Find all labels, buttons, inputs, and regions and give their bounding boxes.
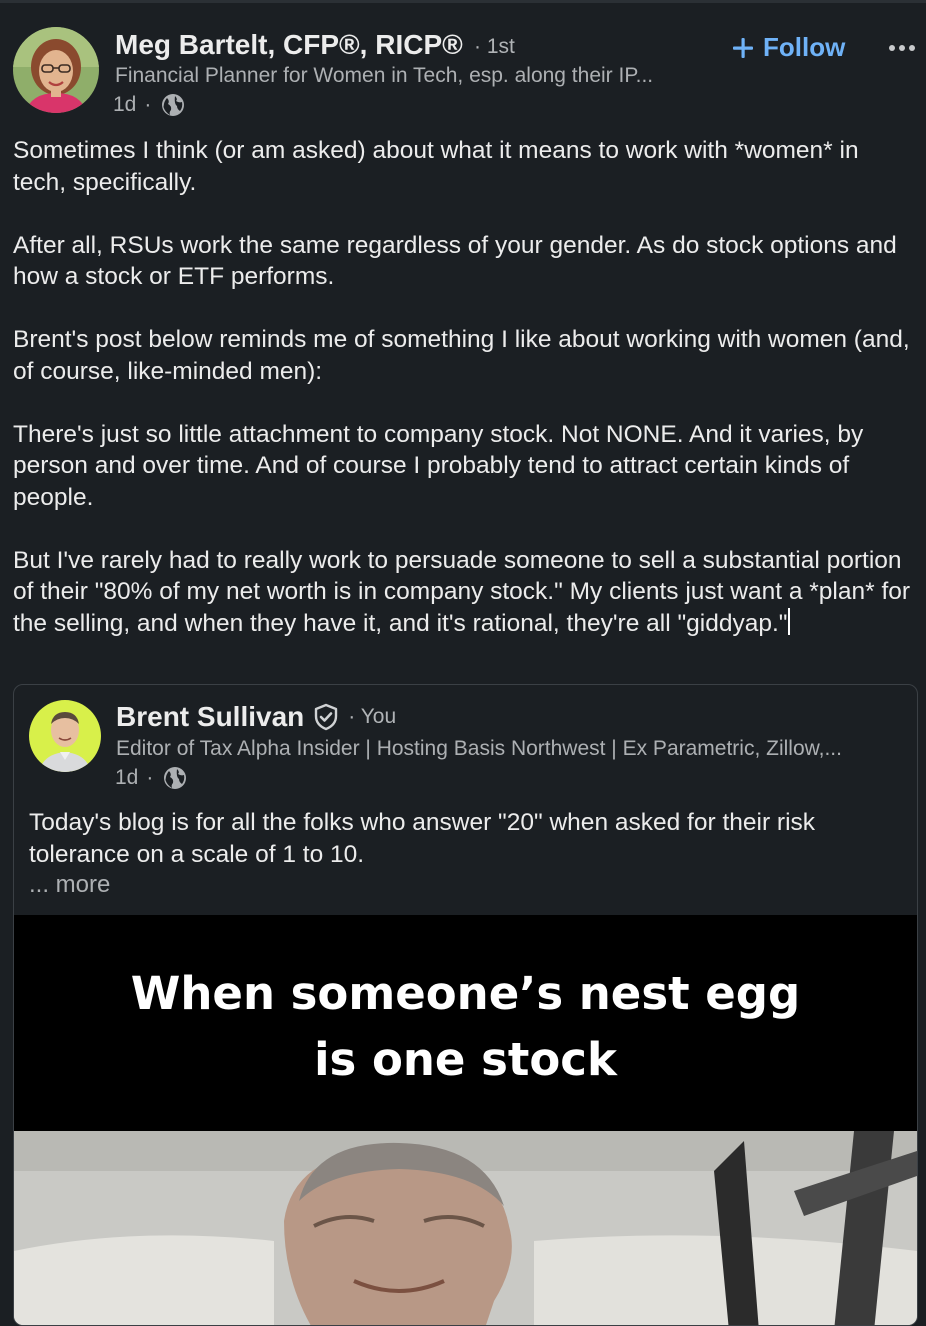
post-paragraph-last: But I've rarely had to really work to pe… <box>13 545 918 640</box>
meme-photo <box>14 1131 917 1325</box>
shared-post-meta: 1d · <box>115 765 188 791</box>
plus-icon <box>731 36 755 60</box>
meme-caption-line: When someone’s nest egg <box>130 967 801 1020</box>
meme-image[interactable]: When someone’s nest egg is one stock <box>14 915 917 1325</box>
globe-icon <box>162 765 188 791</box>
post-paragraph: Brent's post below reminds me of somethi… <box>13 326 910 385</box>
post-body: Sometimes I think (or am asked) about wh… <box>13 135 918 639</box>
follow-label: Follow <box>763 32 846 62</box>
shared-post-time: 1d <box>115 766 139 789</box>
globe-icon <box>160 92 186 118</box>
post-time: 1d <box>113 93 137 116</box>
top-divider <box>0 0 926 3</box>
meme-caption: When someone’s nest egg is one stock <box>14 961 917 1093</box>
shared-post-card[interactable]: Brent Sullivan · You Editor of Tax Alpha… <box>13 684 918 1326</box>
shared-author-headline: Editor of Tax Alpha Insider | Hosting Ba… <box>116 737 842 760</box>
verified-shield-icon <box>312 703 340 731</box>
meta-separator: · <box>144 93 152 116</box>
meme-caption-line: is one stock <box>314 1033 617 1086</box>
post-paragraph: After all, RSUs work the same regardless… <box>13 231 897 291</box>
post-paragraph: Sometimes I think (or am asked) about wh… <box>13 137 859 196</box>
you-label: · You <box>348 705 397 728</box>
ellipsis-icon[interactable] <box>884 36 918 60</box>
see-more-link[interactable]: ... more <box>29 871 110 899</box>
follow-button[interactable]: Follow <box>731 32 845 63</box>
post-paragraph: There's just so little attachment to com… <box>13 420 864 511</box>
author-name[interactable]: Meg Bartelt, CFP®, RICP® <box>115 29 463 61</box>
author-avatar[interactable] <box>13 27 99 113</box>
text-cursor <box>788 607 791 635</box>
shared-post-text: Today's blog is for all the folks who an… <box>29 809 816 868</box>
connection-degree: · 1st <box>474 35 515 58</box>
meta-separator: · <box>146 766 154 789</box>
post-paragraph-text: But I've rarely had to really work to pe… <box>13 546 911 637</box>
post-meta: 1d · <box>113 92 186 118</box>
shared-author-row: Brent Sullivan · You <box>116 701 396 733</box>
shared-author-avatar[interactable] <box>29 700 101 772</box>
shared-author-name[interactable]: Brent Sullivan <box>116 701 304 733</box>
author-headline: Financial Planner for Women in Tech, esp… <box>115 64 654 87</box>
